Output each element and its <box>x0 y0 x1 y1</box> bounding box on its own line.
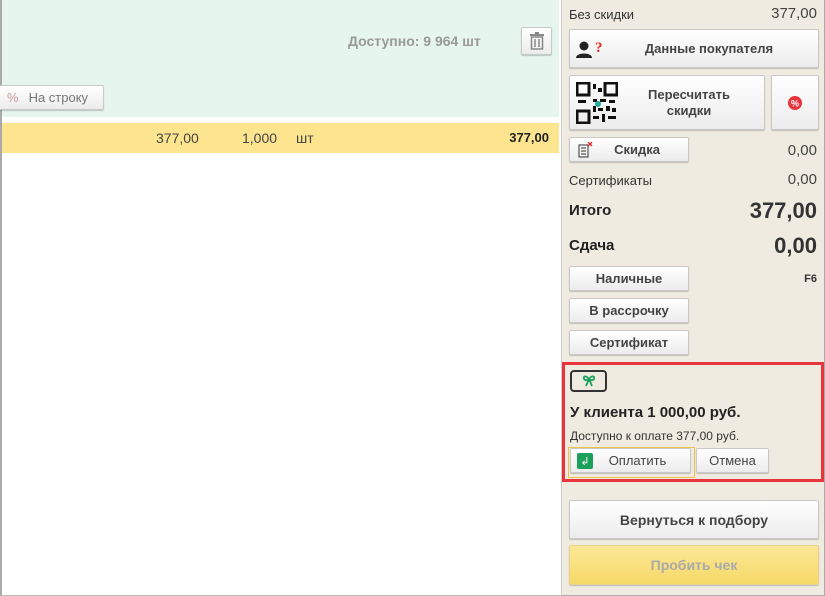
change-label: Сдача <box>569 237 615 254</box>
certificate-payment-panel: У клиента 1 000,00 руб. Доступно к оплат… <box>562 362 824 482</box>
receipt-discount-icon <box>577 141 593 161</box>
svg-text:?: ? <box>595 40 603 56</box>
customer-data-button[interactable]: ? Данные покупателя <box>569 29 819 68</box>
certificates-value: 0,00 <box>787 171 817 188</box>
print-receipt-button[interactable]: Пробить чек <box>569 545 819 585</box>
row-price: 377,00 <box>156 130 199 146</box>
cancel-button[interactable]: Отмена <box>696 448 769 473</box>
table-row[interactable]: 377,00 1,000 шт 377,00 <box>2 123 559 153</box>
installment-button[interactable]: В рассрочку <box>569 298 689 323</box>
cash-hotkey: F6 <box>804 273 817 285</box>
discount-label: Скидка <box>614 142 660 157</box>
row-sum: 377,00 <box>509 130 549 145</box>
client-balance: У клиента 1 000,00 руб. <box>570 404 741 421</box>
per-line-discount-button[interactable]: % На строку <box>0 85 104 110</box>
qr-code-icon <box>575 81 619 127</box>
trash-icon <box>529 32 544 50</box>
pay-button[interactable]: ↲ Оплатить <box>570 448 691 473</box>
pay-label: Оплатить <box>608 453 667 468</box>
gift-icon <box>570 370 607 392</box>
discount-value: 0,00 <box>787 142 817 159</box>
certificates-label: Сертификаты <box>569 173 652 188</box>
change-value: 0,00 <box>774 233 817 258</box>
available-to-pay: Доступно к оплате 377,00 руб. <box>570 429 740 443</box>
row-unit: шт <box>296 130 314 146</box>
delete-button[interactable] <box>521 27 552 55</box>
percent-badge-icon: % <box>788 95 802 110</box>
cash-button[interactable]: Наличные <box>569 266 689 291</box>
enter-icon: ↲ <box>577 453 593 469</box>
user-question-icon: ? <box>576 38 606 63</box>
total-value: 377,00 <box>749 198 817 223</box>
customer-data-label: Данные покупателя <box>644 41 774 56</box>
total-label: Итого <box>569 202 612 219</box>
no-discount-label: Без скидки <box>569 7 635 22</box>
percent-icon: % <box>7 90 19 105</box>
available-quantity: Доступно: 9 964 шт <box>348 33 481 49</box>
no-discount-value: 377,00 <box>771 5 817 22</box>
back-to-selection-button[interactable]: Вернуться к подбору <box>569 500 819 539</box>
svg-text:%: % <box>791 98 799 108</box>
per-line-label: На строку <box>28 90 89 105</box>
discount-button[interactable]: Скидка <box>569 137 689 162</box>
row-quantity: 1,000 <box>242 130 278 146</box>
discount-percent-button[interactable]: % <box>771 75 819 130</box>
recalc-discounts-button[interactable]: Пересчитать скидки <box>569 75 765 130</box>
certificate-button[interactable]: Сертификат <box>569 330 689 355</box>
recalc-discounts-label: Пересчитать скидки <box>648 86 730 118</box>
